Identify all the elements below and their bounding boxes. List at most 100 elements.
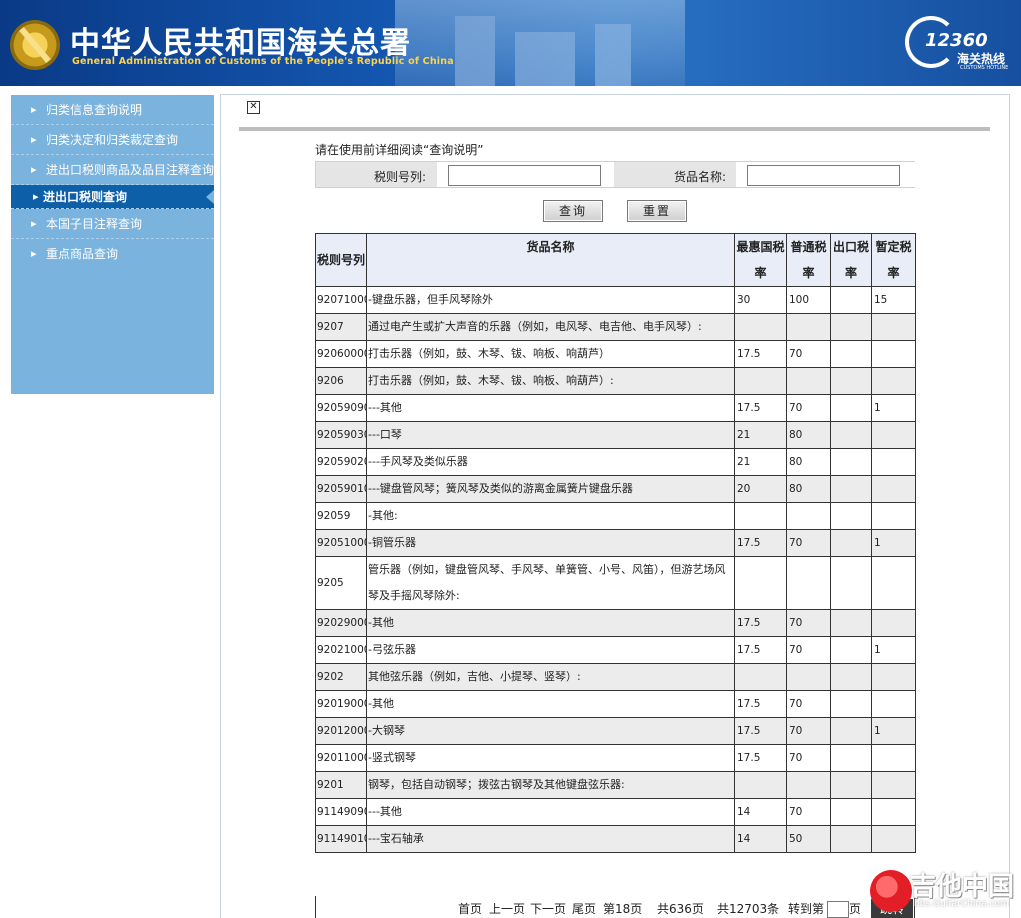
cell-code: 92059010 [315,475,367,503]
cell-provisional: 1 [871,394,916,422]
current-page: 第18页 [603,902,643,916]
cell-mfn: 14 [734,825,787,853]
sidebar-item-label: 归类决定和归类裁定查询 [46,133,179,147]
tariff-table: 税则号列 货品名称 最惠国税率 普通税率 出口税率 暂定税率 92071000-… [315,233,916,853]
guitarchina-logo-icon [870,870,912,912]
cell-general: 70 [786,609,831,637]
cell-provisional [871,421,916,449]
cell-code: 9207 [315,313,367,341]
cell-mfn: 17.5 [734,717,787,745]
sidebar-item-label: 归类信息查询说明 [46,103,143,117]
cell-export [830,609,872,637]
cell-export [830,286,872,314]
cell-general: 80 [786,448,831,476]
last-page-link[interactable]: 尾页 [572,896,596,918]
next-page-link[interactable]: 下一页 [530,896,566,918]
cell-name: -大钢琴 [366,717,735,745]
cell-provisional: 15 [871,286,916,314]
site-subtitle: General Administration of Customs of the… [72,56,454,67]
cell-mfn: 17.5 [734,636,787,664]
cell-name: ---口琴 [366,421,735,449]
sidebar-item-tariff-notes[interactable]: 进出口税则商品及品目注释查询 [11,155,214,185]
cell-mfn: 14 [734,798,787,826]
goto-suffix: 页 [849,902,862,916]
cell-provisional [871,744,916,772]
usage-notice: 请在使用前详细阅读“查询说明” [315,143,484,157]
query-button[interactable]: 查询 [543,200,603,222]
cell-name: -其他 [366,609,735,637]
cell-name: -键盘乐器，但手风琴除外 [366,286,735,314]
cell-code: 92060000 [315,340,367,368]
cell-code: 9201 [315,771,367,799]
cell-export [830,663,872,691]
cell-general [786,556,831,610]
hotline-label-en: CUSTOMS HOTLINE [960,65,1009,71]
cell-provisional [871,771,916,799]
sidebar-item-classification-decisions[interactable]: 归类决定和归类裁定查询 [11,125,214,155]
cell-code: 91149090 [315,798,367,826]
sidebar-item-key-goods[interactable]: 重点商品查询 [11,239,214,269]
goods-name-input[interactable] [747,165,900,186]
cell-general [786,313,831,341]
sidebar-item-label: 进出口税则商品及品目注释查询 [46,163,214,177]
column-header-provisional: 暂定税率 [871,233,916,287]
cell-name: ---宝石轴承 [366,825,735,853]
goto-page-input[interactable] [827,901,849,918]
customs-building-image [395,0,685,86]
prev-page-link[interactable]: 上一页 [489,896,525,918]
cell-name: ---其他 [366,394,735,422]
cell-general: 70 [786,636,831,664]
cell-name: ---其他 [366,798,735,826]
close-icon[interactable]: ✕ [247,101,260,114]
cell-general: 70 [786,744,831,772]
cell-mfn: 17.5 [734,394,787,422]
site-watermark: 吉他中国 bbs.GuitarChina.com [862,864,1018,916]
tariff-code-input[interactable] [448,165,601,186]
cell-export [830,717,872,745]
cell-mfn: 20 [734,475,787,503]
cell-name: -其他: [366,502,735,530]
cell-provisional: 1 [871,717,916,745]
cell-code: 91149010 [315,825,367,853]
column-header-name: 货品名称 [366,233,735,287]
sidebar-item-classification-guide[interactable]: 归类信息查询说明 [11,95,214,125]
cell-general: 80 [786,421,831,449]
cell-export [830,421,872,449]
cell-general: 70 [786,394,831,422]
cell-export [830,825,872,853]
cell-export [830,771,872,799]
sidebar-item-label: 本国子目注释查询 [46,217,143,231]
cell-mfn: 30 [734,286,787,314]
cell-export [830,798,872,826]
cell-export [830,502,872,530]
cell-provisional [871,313,916,341]
table-row: 92059030 ---口琴 21 80 [315,421,916,449]
reset-button[interactable]: 重置 [627,200,687,222]
cell-code: 92059030 [315,421,367,449]
cell-mfn [734,313,787,341]
divider [239,127,990,131]
cell-name: 其他弦乐器（例如，吉他、小提琴、竖琴）: [366,663,735,691]
sidebar: 归类信息查询说明 归类决定和归类裁定查询 进出口税则商品及品目注释查询 进出口税… [11,95,214,394]
goto-prefix: 转到第 [788,902,825,916]
search-form: 税则号列: 货品名称: [315,161,915,188]
cell-name: 打击乐器（例如，鼓、木琴、钹、响板、响葫芦） [366,340,735,368]
cell-general: 80 [786,475,831,503]
table-row: 9206 打击乐器（例如，鼓、木琴、钹、响板、响葫芦）: [315,367,916,395]
cell-code: 92011000 [315,744,367,772]
sidebar-item-tariff-query[interactable]: 进出口税则查询 [11,185,214,209]
cell-mfn [734,663,787,691]
first-page-link[interactable]: 首页 [458,896,482,918]
cell-export [830,448,872,476]
table-row: 9205 管乐器（例如，键盘管风琴、手风琴、单簧管、小号、风笛），但游艺场风琴及手… [315,556,916,610]
cell-general: 50 [786,825,831,853]
column-header-mfn: 最惠国税率 [734,233,787,287]
cell-code: 9202 [315,663,367,691]
cell-provisional [871,825,916,853]
sidebar-item-subheading-notes[interactable]: 本国子目注释查询 [11,209,214,239]
cell-name: 管乐器（例如，键盘管风琴、手风琴、单簧管、小号、风笛），但游艺场风琴及手摇风琴除… [366,556,735,610]
cell-export [830,690,872,718]
cell-mfn: 21 [734,448,787,476]
cell-code: 92019000 [315,690,367,718]
cell-general: 70 [786,798,831,826]
